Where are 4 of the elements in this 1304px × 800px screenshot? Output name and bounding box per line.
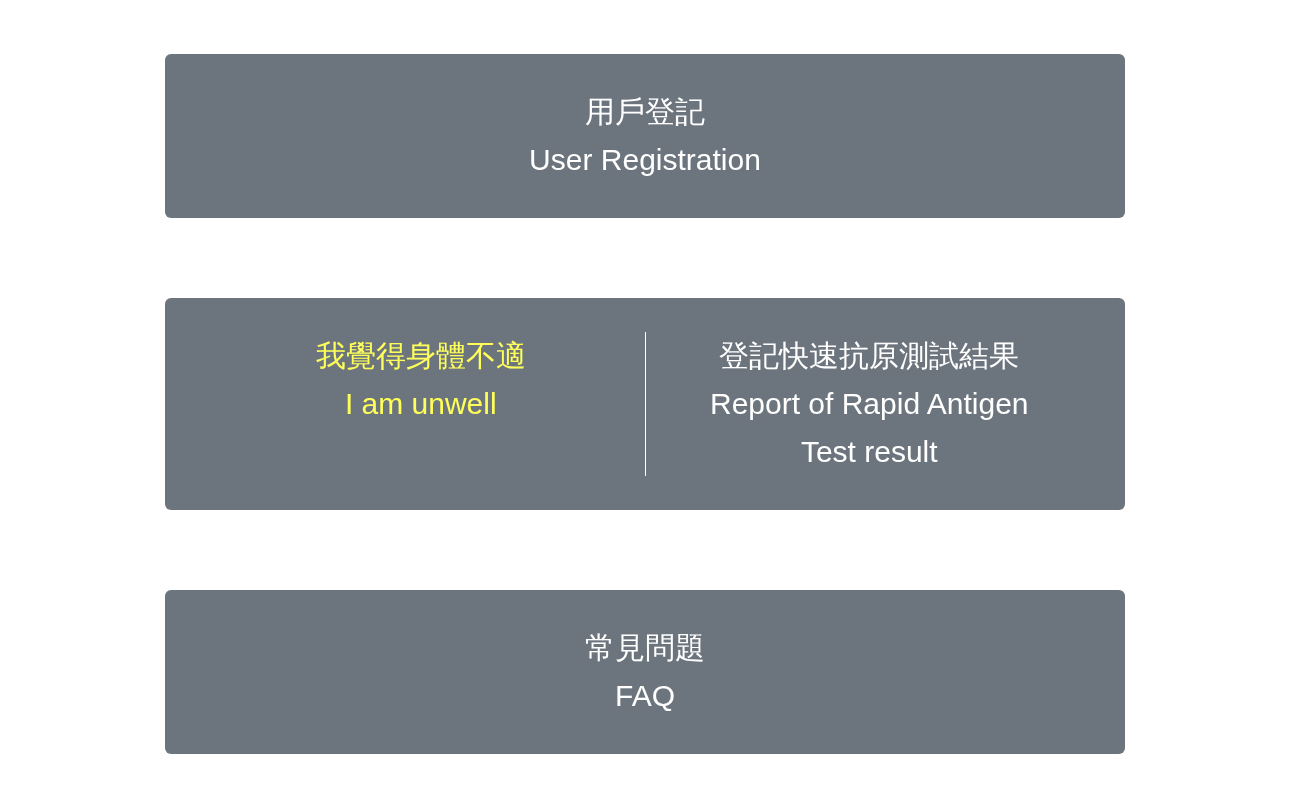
menu-button[interactable]: 常見問題 FAQ xyxy=(165,590,1125,754)
menu-option[interactable]: 登記快速抗原測試結果 Report of Rapid Antigen Test result xyxy=(645,332,1093,476)
menu-option[interactable]: 我覺得身體不適 I am unwell xyxy=(197,332,645,476)
menu-button[interactable]: 用戶登記 User Registration xyxy=(165,54,1125,218)
